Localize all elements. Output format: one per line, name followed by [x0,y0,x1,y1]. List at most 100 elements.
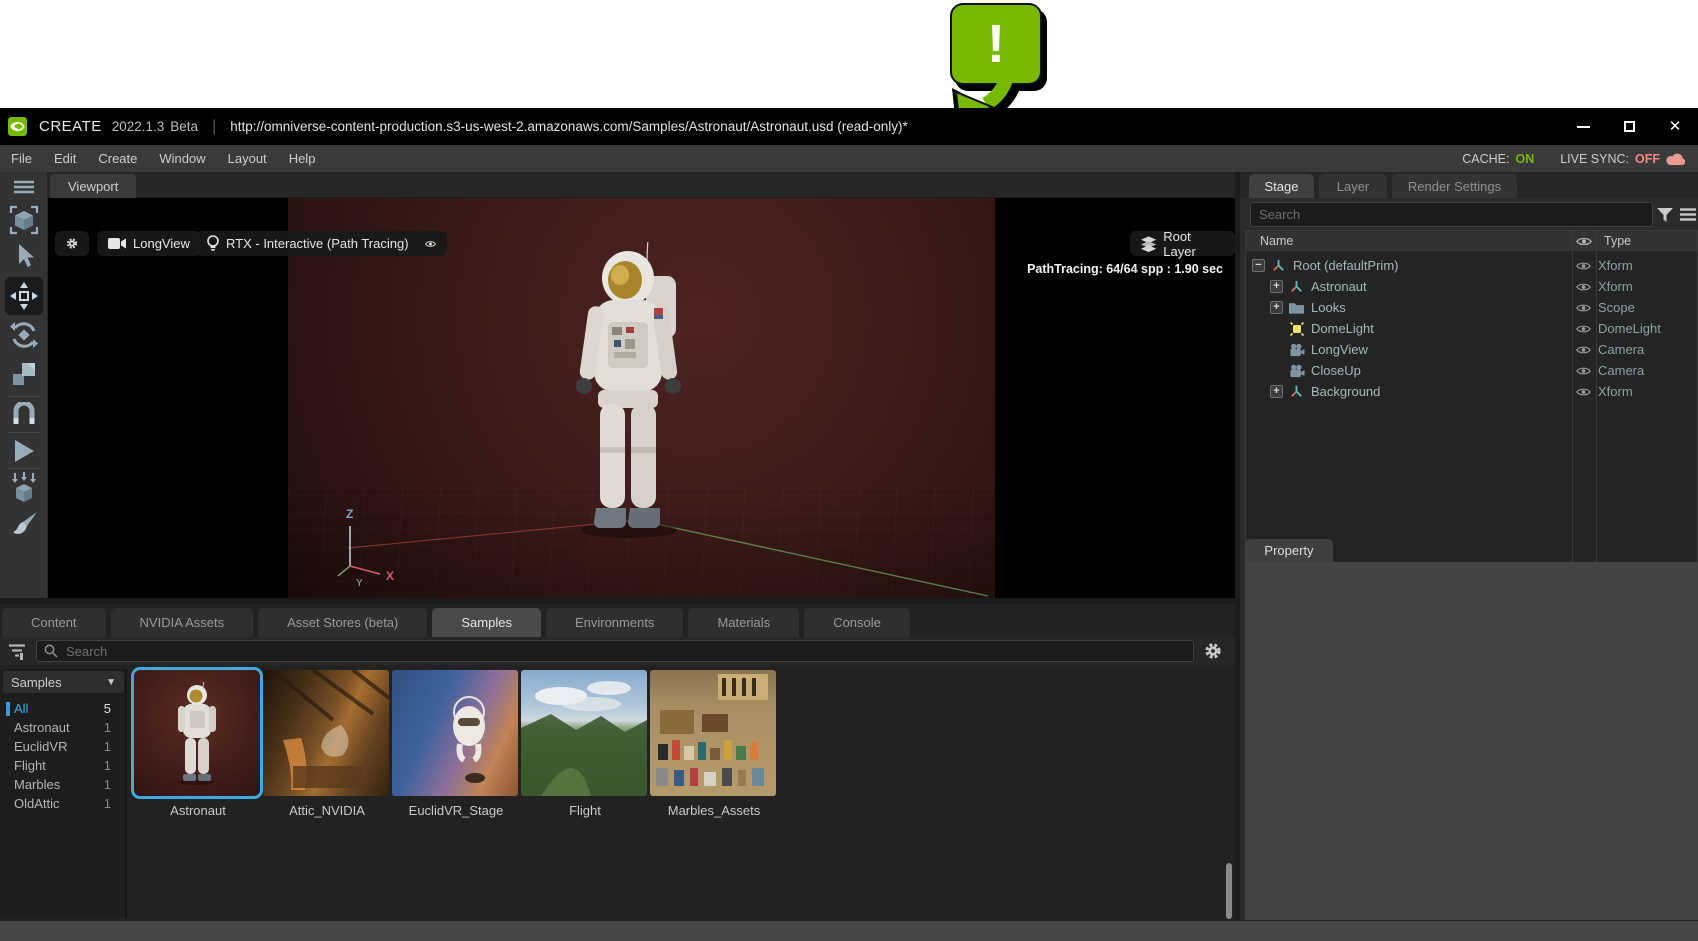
scale-tool-icon[interactable] [10,360,38,388]
stage-tree-row[interactable]: CloseUp Camera [1246,360,1697,381]
visibility-eye-icon[interactable] [1572,387,1594,397]
viewport-canvas[interactable]: Z Y X [48,198,1235,598]
titlebar: CREATE 2022.1.3 Beta | http://omniverse-… [0,108,1698,145]
tab-content[interactable]: Content [2,608,106,637]
stage-options-icon[interactable] [1680,208,1696,221]
asset-card-marbles[interactable]: Marbles_Assets [650,670,778,818]
menu-help[interactable]: Help [278,145,327,172]
asset-card-attic[interactable]: Attic_NVIDIA [263,670,391,818]
stage-tree-row[interactable]: − Root (defaultPrim) Xform [1246,255,1697,276]
close-button[interactable]: ✕ [1652,108,1698,145]
select-mode-icon[interactable] [8,204,40,236]
content-body: Samples ▼ All5 Astronaut1 EuclidVR1 [0,667,1235,920]
content-settings-gear-icon[interactable] [1204,642,1222,660]
workspace: Viewport [0,172,1698,920]
root-layer-button[interactable]: Root Layer [1130,231,1235,256]
visibility-eye-icon[interactable] [1572,366,1594,376]
collection-item-astronaut[interactable]: Astronaut1 [0,718,125,737]
screen: ! CREATE 2022.1.3 Beta | http://omnivers… [0,0,1698,941]
expand-icon[interactable]: + [1270,301,1283,314]
stage-tree-header: Name Type [1246,231,1697,251]
stage-search-input[interactable] [1251,207,1652,222]
asset-label: Flight [521,803,649,818]
collection-item-all[interactable]: All5 [0,699,125,718]
visibility-column-eye-icon[interactable] [1576,236,1592,247]
asset-grid-scrollbar[interactable] [1226,863,1232,919]
menu-file[interactable]: File [0,145,43,172]
minimize-button[interactable] [1560,108,1606,145]
asset-thumbnail [263,670,389,796]
asset-label: Attic_NVIDIA [263,803,391,818]
tab-property[interactable]: Property [1245,539,1333,562]
visibility-eye-icon[interactable] [1572,282,1594,292]
stage-tabstrip: Stage Layer Render Settings [1240,172,1698,198]
cursor-tool-icon[interactable] [11,242,37,270]
asset-card-astronaut[interactable]: Astronaut [134,670,262,818]
app-window: CREATE 2022.1.3 Beta | http://omniverse-… [0,108,1698,941]
tab-materials[interactable]: Materials [688,608,799,637]
tab-samples[interactable]: Samples [432,608,541,637]
visibility-eye-icon[interactable] [1572,324,1594,334]
asset-card-euclidvr[interactable]: EuclidVR_Stage [392,670,520,818]
tab-stage[interactable]: Stage [1249,174,1314,198]
visibility-eye-icon[interactable] [1572,303,1594,313]
column-name[interactable]: Name [1260,234,1293,248]
titlebar-separator: | [212,118,216,136]
filter-funnel-icon[interactable] [1657,208,1673,222]
tab-asset-stores[interactable]: Asset Stores (beta) [258,608,427,637]
asset-card-flight[interactable]: Flight [521,670,649,818]
tab-environments[interactable]: Environments [546,608,683,637]
paint-brush-icon[interactable] [9,510,39,538]
asset-thumbnail [392,670,518,796]
maximize-button[interactable] [1606,108,1652,145]
toolbar-menu-icon[interactable] [13,180,35,194]
bulb-icon [207,235,219,252]
asset-grid: Astronaut [129,667,1235,920]
rotate-tool-icon[interactable] [9,320,39,350]
expand-icon[interactable]: + [1270,280,1283,293]
physics-tool-icon[interactable] [9,472,39,504]
viewport-camera-button[interactable]: LongView [97,231,201,256]
collection-item-euclidvr[interactable]: EuclidVR1 [0,737,125,756]
menu-layout[interactable]: Layout [217,145,278,172]
cache-label: CACHE: [1462,152,1509,166]
xform-icon [1288,279,1305,295]
tab-viewport[interactable]: Viewport [50,174,136,198]
nvidia-logo-icon [8,117,27,136]
cloud-sync-icon[interactable] [1666,152,1688,166]
visibility-eye-icon[interactable] [1572,345,1594,355]
stage-tree-row[interactable]: LongView Camera [1246,339,1697,360]
left-toolbar [0,172,48,598]
stage-tree-row[interactable]: + Looks Scope [1246,297,1697,318]
visibility-eye-icon[interactable] [1572,261,1594,271]
collapse-icon[interactable]: − [1252,259,1265,272]
stage-tree-row[interactable]: + Background Xform [1246,381,1697,402]
collections-sidebar: Samples ▼ All5 Astronaut1 EuclidVR1 [0,669,127,917]
menu-window[interactable]: Window [148,145,216,172]
asset-label: Marbles_Assets [650,803,778,818]
viewport-renderer-button[interactable]: RTX - Interactive (Path Tracing) [196,231,420,256]
move-tool-icon[interactable] [5,277,43,315]
filter-tree-icon[interactable] [8,643,26,660]
stage-tree-row[interactable]: DomeLight DomeLight [1246,318,1697,339]
play-button-icon[interactable] [12,438,36,464]
axis-gizmo: Z Y X [318,504,428,592]
column-type[interactable]: Type [1604,234,1631,248]
tab-console[interactable]: Console [804,608,910,637]
menu-edit[interactable]: Edit [43,145,87,172]
viewport-visibility-button[interactable] [414,231,447,256]
menu-create[interactable]: Create [87,145,148,172]
viewport-settings-button[interactable] [55,231,89,256]
collection-item-oldattic[interactable]: OldAttic1 [0,794,125,813]
snap-magnet-icon[interactable] [11,402,37,428]
content-search-input[interactable] [58,644,1193,659]
search-icon [44,644,58,658]
collections-dropdown[interactable]: Samples ▼ [3,671,124,693]
expand-icon[interactable]: + [1270,385,1283,398]
collection-item-marbles[interactable]: Marbles1 [0,775,125,794]
tab-layer[interactable]: Layer [1319,174,1387,198]
tab-render-settings[interactable]: Render Settings [1392,174,1517,198]
collection-item-flight[interactable]: Flight1 [0,756,125,775]
stage-tree-row[interactable]: + Astronaut Xform [1246,276,1697,297]
tab-nvidia-assets[interactable]: NVIDIA Assets [111,608,254,637]
